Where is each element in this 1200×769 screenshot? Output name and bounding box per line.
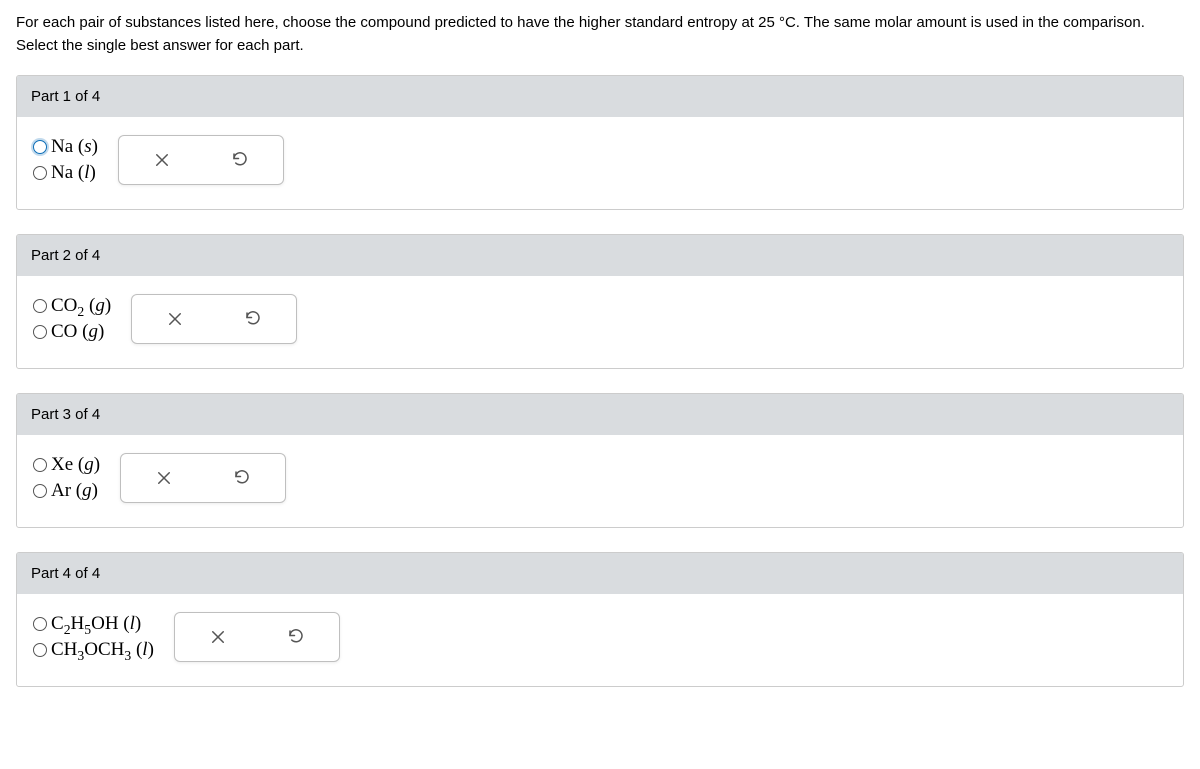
option-label: Na (s) <box>51 136 98 158</box>
reset-button[interactable] <box>218 301 288 337</box>
option-row[interactable]: CO (g) <box>33 321 111 343</box>
option-row[interactable]: CH3OCH3 (l) <box>33 639 154 661</box>
part-block: Part 2 of 4 CO2 (g) CO (g) <box>16 234 1184 369</box>
option-row[interactable]: Na (s) <box>33 136 98 158</box>
option-label: CO2 (g) <box>51 295 111 317</box>
part-block: Part 4 of 4 C2H5OH (l) CH3OCH3 (l) <box>16 552 1184 687</box>
part-body: C2H5OH (l) CH3OCH3 (l) <box>17 594 1183 686</box>
part-header: Part 2 of 4 <box>17 235 1183 276</box>
radio-button[interactable] <box>33 643 47 657</box>
part-header: Part 1 of 4 <box>17 76 1183 117</box>
part-body: Na (s) Na (l) <box>17 117 1183 209</box>
option-label: C2H5OH (l) <box>51 613 141 635</box>
radio-button[interactable] <box>33 484 47 498</box>
option-group: Na (s) Na (l) <box>33 136 98 184</box>
option-label: Xe (g) <box>51 454 100 476</box>
reset-button[interactable] <box>205 142 275 178</box>
option-row[interactable]: Ar (g) <box>33 480 100 502</box>
option-label: CO (g) <box>51 321 104 343</box>
part-body: CO2 (g) CO (g) <box>17 276 1183 368</box>
option-label: Ar (g) <box>51 480 98 502</box>
part-header: Part 3 of 4 <box>17 394 1183 435</box>
option-row[interactable]: Xe (g) <box>33 454 100 476</box>
action-group <box>131 294 297 344</box>
option-group: Xe (g) Ar (g) <box>33 454 100 502</box>
reset-button[interactable] <box>261 619 331 655</box>
option-row[interactable]: C2H5OH (l) <box>33 613 154 635</box>
part-header: Part 4 of 4 <box>17 553 1183 594</box>
radio-button[interactable] <box>33 458 47 472</box>
action-group <box>118 135 284 185</box>
part-block: Part 3 of 4 Xe (g) Ar (g) <box>16 393 1184 528</box>
question-text: For each pair of substances listed here,… <box>16 12 1184 57</box>
radio-button[interactable] <box>33 617 47 631</box>
option-group: C2H5OH (l) CH3OCH3 (l) <box>33 613 154 661</box>
action-group <box>120 453 286 503</box>
option-group: CO2 (g) CO (g) <box>33 295 111 343</box>
radio-button[interactable] <box>33 166 47 180</box>
option-row[interactable]: CO2 (g) <box>33 295 111 317</box>
clear-button[interactable] <box>183 619 253 655</box>
clear-button[interactable] <box>127 142 197 178</box>
reset-button[interactable] <box>207 460 277 496</box>
option-label: CH3OCH3 (l) <box>51 639 154 661</box>
part-body: Xe (g) Ar (g) <box>17 435 1183 527</box>
option-row[interactable]: Na (l) <box>33 162 98 184</box>
part-block: Part 1 of 4 Na (s) Na (l) <box>16 75 1184 210</box>
clear-button[interactable] <box>129 460 199 496</box>
radio-button[interactable] <box>33 140 47 154</box>
action-group <box>174 612 340 662</box>
radio-button[interactable] <box>33 299 47 313</box>
radio-button[interactable] <box>33 325 47 339</box>
clear-button[interactable] <box>140 301 210 337</box>
option-label: Na (l) <box>51 162 96 184</box>
